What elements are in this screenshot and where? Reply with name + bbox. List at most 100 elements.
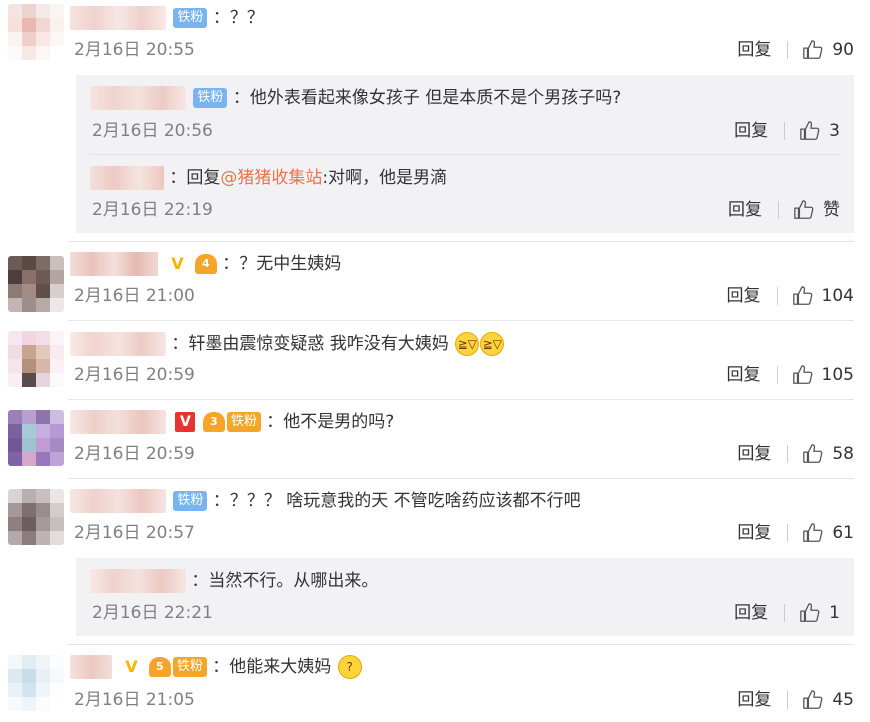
timestamp: 2月16日 22:21 [92, 603, 213, 623]
comment-text: 他不是男的吗? [283, 412, 395, 432]
comment-content: V 5 铁粉 ：他能来大姨妈 ? [70, 654, 362, 680]
comment-actions: 回复 104 [727, 283, 854, 309]
avatar[interactable] [8, 410, 64, 466]
laugh-cry-emoji: ≧▽ [480, 332, 505, 356]
thumbs-up-icon [803, 523, 823, 542]
like-button[interactable]: 90 [802, 37, 854, 63]
comment-meta: 2月16日 20:57 回复 61 [74, 520, 854, 546]
like-button[interactable]: 45 [802, 687, 854, 713]
username[interactable] [70, 6, 166, 30]
colon: ： [266, 412, 284, 432]
like-count: 3 [829, 121, 840, 141]
username[interactable] [70, 332, 166, 356]
sub-reply-actions: 回复 1 [734, 600, 840, 626]
username[interactable] [90, 569, 186, 593]
comment-divider [68, 241, 854, 242]
timestamp: 2月16日 20:59 [74, 444, 195, 464]
reply-button[interactable]: 回复 [737, 687, 771, 713]
like-button[interactable]: 105 [792, 362, 854, 388]
colon: ： [212, 491, 230, 511]
sub-reply-meta: 2月16日 22:21 回复 1 [92, 600, 840, 626]
divider [776, 366, 778, 384]
sub-reply-text: 他外表看起来像女孩子 但是本质不是个男孩子吗? [249, 88, 622, 108]
avatar[interactable] [8, 256, 64, 312]
fan-badge: 铁粉 [193, 88, 228, 108]
divider [784, 122, 786, 140]
comment-divider [68, 399, 854, 400]
username[interactable] [70, 489, 166, 513]
verified-icon: V [175, 412, 196, 432]
timestamp: 2月16日 21:00 [74, 286, 195, 306]
colon: ： [232, 88, 250, 108]
comment-text: ？？？ 啥玩意我的天 不管吃啥药应该都不行吧 [229, 491, 581, 511]
like-count: 61 [832, 523, 854, 543]
username[interactable] [70, 252, 158, 276]
username[interactable] [70, 410, 166, 434]
like-button[interactable]: 58 [802, 441, 854, 467]
divider [787, 41, 789, 59]
comment-content: ：轩墨由震惊变疑惑 我咋没有大姨妈 ≧▽ ≧▽ [70, 331, 505, 357]
avatar[interactable] [8, 655, 64, 711]
username[interactable] [90, 166, 164, 190]
reply-button[interactable]: 回复 [727, 362, 761, 388]
comment-meta: 2月16日 21:00 回复 104 [74, 283, 854, 309]
mention-link[interactable]: @猪猪收集站 [220, 168, 322, 188]
comment-content: 铁粉 ：？？ [70, 5, 264, 31]
reply-button[interactable]: 回复 [737, 37, 771, 63]
divider [787, 445, 789, 463]
thumbs-up-icon [800, 603, 820, 622]
timestamp: 2月16日 20:55 [74, 40, 195, 60]
reply-button[interactable]: 回复 [734, 118, 768, 144]
divider [787, 691, 789, 709]
colon: ： [169, 168, 187, 188]
timestamp: 2月16日 22:19 [92, 200, 213, 220]
timestamp: 2月16日 20:56 [92, 121, 213, 141]
divider [787, 524, 789, 542]
comment-divider [68, 478, 854, 479]
like-button[interactable]: 104 [792, 283, 854, 309]
fan-badge: 铁粉 [172, 657, 207, 677]
thumbs-up-icon [792, 286, 812, 305]
thumbs-up-icon [792, 365, 812, 384]
reply-button[interactable]: 回复 [728, 197, 762, 223]
sub-reply-text: 当然不行。从哪出来。 [208, 571, 379, 591]
comment-actions: 回复 105 [727, 362, 854, 388]
colon: ： [191, 571, 209, 591]
like-count: 104 [821, 286, 854, 306]
username[interactable] [90, 86, 186, 110]
laugh-cry-emoji: ≧▽ [455, 332, 480, 356]
reply-button[interactable]: 回复 [734, 600, 768, 626]
timestamp: 2月16日 20:59 [74, 365, 195, 385]
divider [784, 604, 786, 622]
divider [776, 287, 778, 305]
timestamp: 2月16日 20:57 [74, 523, 195, 543]
avatar[interactable] [8, 331, 64, 387]
comment-actions: 回复 61 [737, 520, 854, 546]
like-button[interactable]: 赞 [793, 197, 840, 223]
colon: ： [171, 334, 189, 354]
comment-divider [68, 644, 854, 645]
avatar[interactable] [8, 489, 64, 545]
like-button[interactable]: 3 [799, 118, 840, 144]
username[interactable] [70, 655, 112, 679]
like-button[interactable]: 61 [802, 520, 854, 546]
comment-divider [68, 320, 854, 321]
like-button[interactable]: 1 [799, 600, 840, 626]
colon: ： [212, 657, 230, 677]
verified-icon: V [171, 254, 184, 273]
reply-button[interactable]: 回复 [737, 441, 771, 467]
colon: ： [222, 254, 240, 274]
comment-content: V 3 铁粉 ：他不是男的吗? [70, 409, 394, 435]
like-label: 赞 [823, 200, 840, 220]
sub-reply-content: ：回复@猪猪收集站:对啊，他是男滴 [90, 165, 447, 191]
fan-level-badge: 3 [202, 412, 225, 432]
thumbs-up-icon [803, 40, 823, 59]
like-count: 58 [832, 444, 854, 464]
comment-meta: 2月16日 20:59 回复 105 [74, 362, 854, 388]
avatar[interactable] [8, 4, 64, 60]
comment-meta: 2月16日 20:59 回复 58 [74, 441, 854, 467]
thumbs-up-icon [803, 444, 823, 463]
reply-button[interactable]: 回复 [737, 520, 771, 546]
comment-meta: 2月16日 20:55 回复 90 [74, 37, 854, 63]
reply-button[interactable]: 回复 [727, 283, 761, 309]
